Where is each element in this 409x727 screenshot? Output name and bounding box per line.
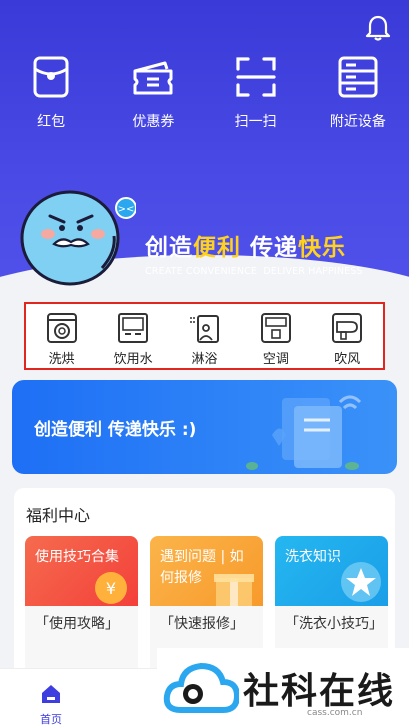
quick-action-nearby-devices[interactable]: 附近设备 — [307, 55, 409, 135]
hair-dryer-icon — [332, 313, 363, 343]
card-subtitle: 「使用攻略」 — [35, 616, 119, 632]
appliance-washer[interactable]: 洗烘 — [30, 312, 94, 368]
bell-icon[interactable] — [365, 14, 391, 42]
tab-home-label: 首页 — [40, 713, 62, 726]
coin-icon: ¥ — [95, 572, 127, 604]
appliance-label: 饮用水 — [113, 352, 153, 367]
washer-icon — [46, 313, 77, 343]
cloud-logo-icon — [163, 662, 239, 713]
tab-home[interactable]: 首页 — [26, 683, 76, 727]
mascot-illustration: >< — [20, 190, 136, 286]
card-header-text: 使用技巧合集 — [35, 549, 119, 565]
appliance-label: 空调 — [262, 352, 289, 367]
card-header: 洗衣知识 — [275, 536, 388, 606]
watermark-text: 社科在线 — [243, 671, 396, 712]
slogan-chinese: 创造便利 传递快乐 — [145, 235, 347, 261]
shower-icon — [190, 315, 220, 343]
appliance-shower[interactable]: 淋浴 — [172, 312, 236, 368]
star-badge-icon — [341, 562, 381, 602]
appliance-categories: 洗烘 饮用水 淋浴 空调 吹风 — [24, 302, 385, 370]
card-header: 遇到问题 | 如何报修 — [150, 536, 263, 606]
svg-text:><: >< — [118, 204, 135, 215]
slogan-english: CREATE CONVENIENCE DELIVER HAPPINESS — [145, 266, 363, 277]
quick-action-label: 附近设备 — [329, 114, 386, 130]
banner-illustration — [246, 395, 362, 470]
welfare-title: 福利中心 — [26, 506, 91, 525]
quick-action-label: 红包 — [37, 114, 66, 130]
red-envelope-icon — [33, 56, 69, 98]
quick-actions: 红包 优惠券 扫一扫 附近设备 — [0, 55, 409, 135]
quick-action-red-envelope[interactable]: 红包 — [0, 55, 102, 135]
watermark: 社科在线 cass.com.cn — [157, 648, 409, 727]
banner-text: 创造便利 传递快乐 :) — [34, 420, 197, 440]
nearby-devices-icon — [338, 56, 378, 98]
quick-action-label: 扫一扫 — [234, 114, 277, 130]
appliance-dryer[interactable]: 吹风 — [315, 312, 379, 368]
quick-action-scan[interactable]: 扫一扫 — [205, 55, 307, 135]
home-icon — [42, 685, 60, 703]
appliance-water[interactable]: 饮用水 — [101, 312, 165, 368]
coupon-icon — [133, 61, 173, 95]
promo-banner[interactable]: 创造便利 传递快乐 :) — [12, 380, 397, 474]
appliance-label: 洗烘 — [48, 352, 75, 367]
card-subtitle: 「快速报修」 — [160, 616, 244, 632]
card-header: 使用技巧合集 ¥ — [25, 536, 138, 606]
quick-action-coupon[interactable]: 优惠券 — [102, 55, 204, 135]
water-dispenser-icon — [118, 313, 149, 343]
card-header-text: 洗衣知识 — [285, 549, 341, 565]
svg-text:¥: ¥ — [106, 579, 116, 598]
appliance-label: 淋浴 — [191, 352, 218, 367]
welfare-card-tips[interactable]: 使用技巧合集 ¥ 「使用攻略」 — [25, 536, 138, 686]
scan-icon — [236, 57, 276, 97]
air-conditioner-icon — [260, 313, 291, 343]
hero-slogan: 创造便利 传递快乐 CREATE CONVENIENCE DELIVER HAP… — [145, 228, 405, 288]
appliance-aircon[interactable]: 空调 — [244, 312, 308, 368]
appliance-label: 吹风 — [334, 352, 361, 367]
card-subtitle: 「洗衣小技巧」 — [285, 616, 383, 632]
quick-action-label: 优惠券 — [132, 114, 175, 130]
watermark-domain: cass.com.cn — [307, 708, 363, 718]
gift-icon — [214, 574, 254, 606]
hero-section: 红包 优惠券 扫一扫 附近设备 >< 创造便利 传递快乐 CREATE CONV… — [0, 0, 409, 300]
